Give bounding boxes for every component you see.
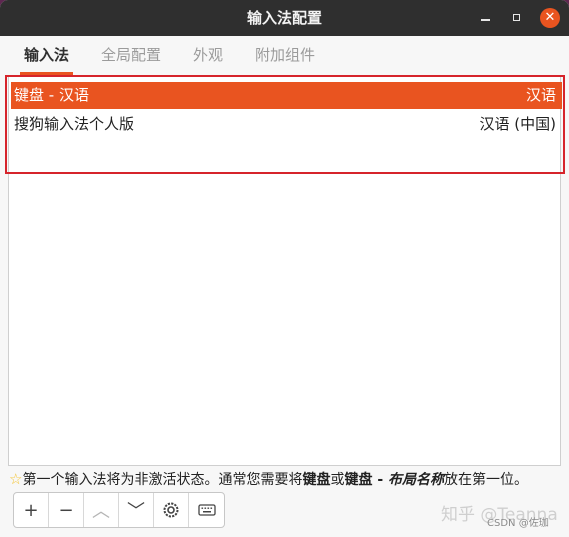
close-icon: ✕ bbox=[544, 10, 556, 25]
minimize-icon bbox=[481, 19, 490, 21]
title-bar[interactable]: 输入法配置 ✕ bbox=[0, 0, 569, 36]
maximize-button[interactable] bbox=[507, 8, 527, 28]
minimize-button[interactable] bbox=[476, 8, 496, 28]
tab-addons[interactable]: 附加组件 bbox=[255, 36, 315, 74]
hint-text: ☆第一个输入法将为非激活状态。通常您需要将键盘或键盘 - 布局名称放在第一位。 bbox=[9, 468, 561, 490]
move-down-button[interactable]: ﹀ bbox=[119, 493, 154, 527]
maximize-icon bbox=[513, 14, 520, 21]
gear-icon bbox=[163, 502, 179, 518]
close-button[interactable]: ✕ bbox=[540, 8, 560, 28]
keyboard-layout-button[interactable] bbox=[189, 493, 224, 527]
hint-part: 第一个输入法将为非激活状态。通常您需要将 bbox=[22, 472, 303, 488]
add-button[interactable]: + bbox=[14, 493, 49, 527]
hint-layout-name: 布局名称 bbox=[388, 472, 445, 488]
tab-appearance[interactable]: 外观 bbox=[193, 36, 223, 74]
hint-bold-keyboard: 键盘 bbox=[302, 472, 331, 488]
configure-button[interactable] bbox=[154, 493, 189, 527]
list-item[interactable]: 键盘 - 汉语 汉语 bbox=[11, 82, 562, 109]
tab-global-config[interactable]: 全局配置 bbox=[101, 36, 161, 74]
input-method-language: 汉语 bbox=[525, 86, 556, 104]
tab-input-method[interactable]: 输入法 bbox=[19, 36, 74, 75]
hint-bold-keyboard-layout: 键盘 - bbox=[344, 472, 389, 488]
hint-part: 或 bbox=[330, 472, 345, 488]
watermark-subtext: CSDN @佐珈 bbox=[487, 518, 549, 529]
input-method-language: 汉语 (中国) bbox=[479, 115, 556, 133]
keyboard-icon bbox=[197, 504, 216, 516]
input-method-name: 搜狗输入法个人版 bbox=[14, 115, 135, 133]
input-method-config-window: 输入法配置 ✕ 输入法 全局配置 外观 附加组件 键盘 - 汉语 汉语 搜狗输入… bbox=[0, 0, 569, 537]
star-icon: ☆ bbox=[9, 470, 23, 488]
tab-bar: 输入法 全局配置 外观 附加组件 bbox=[0, 36, 569, 76]
list-item[interactable]: 搜狗输入法个人版 汉语 (中国) bbox=[11, 111, 562, 138]
list-toolbar: + − ︿ ﹀ bbox=[13, 492, 225, 528]
remove-button[interactable]: − bbox=[49, 493, 84, 527]
move-up-button[interactable]: ︿ bbox=[84, 493, 119, 527]
hint-part: 放在第一位。 bbox=[444, 472, 529, 488]
input-method-name: 键盘 - 汉语 bbox=[14, 86, 89, 104]
